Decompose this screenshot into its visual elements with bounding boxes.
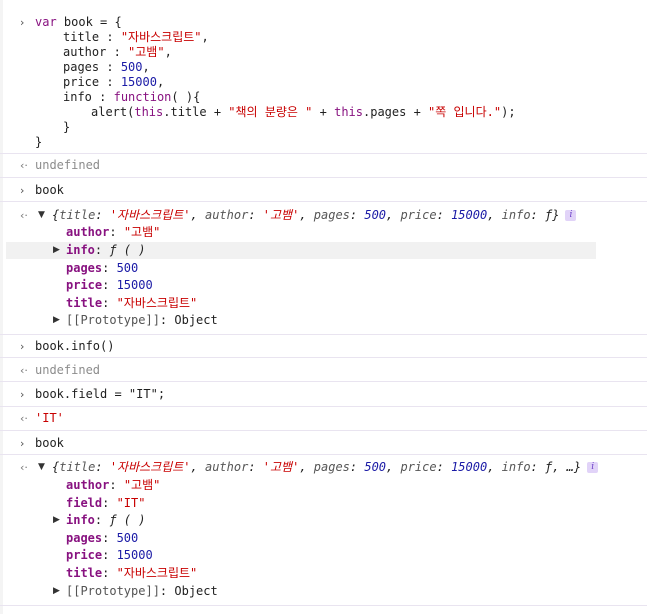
row-divider	[0, 605, 647, 606]
prompt-chevron-icon: ›	[20, 16, 25, 29]
return-arrow-icon: ‹·	[20, 412, 28, 425]
expand-triangle-icon[interactable]: ▶	[53, 584, 63, 599]
code-line-2[interactable]: title : "자바스크립트",	[63, 30, 209, 45]
expand-triangle-icon[interactable]: ▶	[53, 513, 63, 528]
property-author[interactable]: author: "고뱀"	[66, 225, 160, 240]
row-divider	[0, 430, 647, 431]
object-preview-2[interactable]: {title: '자바스크립트', author: '고뱀', pages: 5…	[52, 460, 599, 475]
prompt-chevron-icon: ›	[20, 340, 25, 353]
row-divider	[0, 454, 647, 455]
prompt-chevron-icon: ›	[20, 388, 25, 401]
property-prototype[interactable]: [[Prototype]]: Object	[66, 313, 218, 328]
property-title[interactable]: title: "자바스크립트"	[66, 296, 197, 311]
code-line-8[interactable]: }	[63, 120, 70, 135]
property-field[interactable]: field: "IT"	[66, 496, 145, 511]
property-price[interactable]: price: 15000	[66, 278, 153, 293]
input-book-info[interactable]: book.info()	[35, 339, 114, 354]
property-prototype[interactable]: [[Prototype]]: Object	[66, 584, 218, 599]
return-arrow-icon: ‹·	[20, 364, 28, 377]
code-line-1[interactable]: var book = {	[35, 15, 122, 30]
input-book-field[interactable]: book.field = "IT";	[35, 387, 165, 402]
row-divider	[0, 406, 647, 407]
expand-triangle-icon[interactable]: ▶	[53, 313, 63, 328]
row-divider	[0, 201, 647, 202]
row-divider	[0, 381, 647, 382]
prompt-chevron-icon: ›	[20, 437, 25, 450]
row-divider	[0, 177, 647, 178]
left-edge	[0, 0, 3, 614]
prompt-chevron-icon: ›	[20, 184, 25, 197]
input-book-1[interactable]: book	[35, 183, 64, 198]
row-divider	[0, 357, 647, 358]
code-line-9[interactable]: }	[35, 135, 42, 150]
property-pages[interactable]: pages: 500	[66, 531, 138, 546]
property-pages[interactable]: pages: 500	[66, 261, 138, 276]
code-line-4[interactable]: pages : 500,	[63, 60, 150, 75]
code-line-6[interactable]: info : function( ){	[63, 90, 200, 105]
property-info[interactable]: info: ƒ ( )	[66, 513, 145, 528]
return-arrow-icon: ‹·	[20, 159, 28, 172]
info-icon[interactable]: i	[565, 210, 577, 221]
code-line-5[interactable]: price : 15000,	[63, 75, 164, 90]
row-divider	[0, 334, 647, 335]
code-line-3[interactable]: author : "고뱀",	[63, 45, 172, 60]
collapse-triangle-icon[interactable]: ▼	[38, 460, 48, 475]
result-undefined-1[interactable]: undefined	[35, 158, 100, 173]
result-it[interactable]: 'IT'	[35, 411, 64, 426]
collapse-triangle-icon[interactable]: ▼	[38, 208, 48, 223]
result-undefined-2[interactable]: undefined	[35, 363, 100, 378]
property-author[interactable]: author: "고뱀"	[66, 478, 160, 493]
property-info[interactable]: info: ƒ ( )	[66, 243, 145, 258]
code-line-7[interactable]: alert(this.title + "책의 분량은 " + this.page…	[91, 105, 516, 120]
input-book-2[interactable]: book	[35, 436, 64, 451]
return-arrow-icon: ‹·	[20, 209, 28, 222]
object-preview-1[interactable]: {title: '자바스크립트', author: '고뱀', pages: 5…	[52, 208, 577, 223]
row-divider	[0, 153, 647, 154]
return-arrow-icon: ‹·	[20, 461, 28, 474]
info-icon[interactable]: i	[587, 462, 599, 473]
property-title[interactable]: title: "자바스크립트"	[66, 566, 197, 581]
expand-triangle-icon[interactable]: ▶	[53, 243, 63, 258]
property-price[interactable]: price: 15000	[66, 548, 153, 563]
